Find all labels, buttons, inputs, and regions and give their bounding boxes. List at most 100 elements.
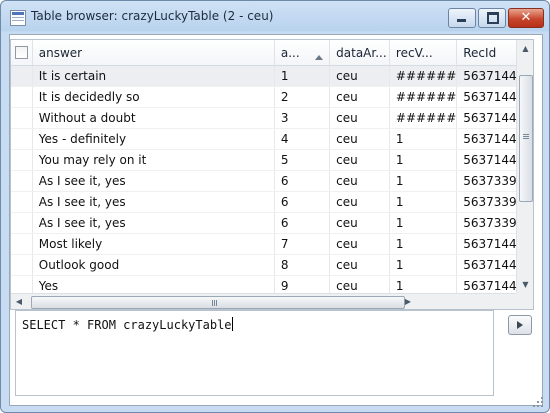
text-caret [231, 317, 233, 331]
scroll-left-arrow-icon[interactable]: ◀ [11, 294, 27, 309]
maximize-icon [487, 12, 499, 24]
scrollbar-corner [516, 293, 533, 309]
column-header-label: dataAr... [336, 45, 387, 60]
cell-answer[interactable]: Yes - definitely [32, 128, 275, 150]
row-selector[interactable] [11, 86, 33, 108]
cell-dataareaid[interactable]: ceu [329, 233, 390, 255]
column-header-a[interactable]: a... [274, 40, 331, 66]
cell-dataareaid[interactable]: ceu [329, 170, 390, 192]
sql-query-editor[interactable]: SELECT * FROM crazyLuckyTable [15, 310, 494, 396]
cell-recversion[interactable]: ###### [389, 86, 458, 108]
cell-dataareaid[interactable]: ceu [329, 107, 390, 129]
cell-dataareaid[interactable]: ceu [329, 212, 390, 234]
cell-dataareaid[interactable]: ceu [329, 149, 390, 171]
window-title: Table browser: crazyLuckyTable (2 - ceu) [31, 9, 274, 23]
table-app-icon [10, 10, 26, 26]
scroll-right-arrow-icon[interactable]: ▶ [400, 294, 416, 309]
scroll-up-arrow-icon[interactable]: ▲ [517, 40, 533, 57]
cell-answer[interactable]: Outlook good [32, 254, 275, 276]
table-row[interactable]: Without a doubt 3 ceu ###### 563714457 [11, 107, 533, 129]
play-icon [517, 321, 523, 329]
run-query-button[interactable] [508, 315, 532, 335]
column-header-answer[interactable]: answer [32, 40, 275, 66]
title-bar[interactable]: Table browser: crazyLuckyTable (2 - ceu)… [1, 1, 549, 33]
sql-query-text: SELECT * FROM crazyLuckyTable [22, 318, 232, 332]
vertical-scrollbar[interactable]: ▲ ▼ [516, 40, 533, 293]
cell-a[interactable]: 6 [274, 191, 331, 213]
table-row[interactable]: Most likely 7 ceu 1 563714458 [11, 233, 533, 255]
table-row[interactable]: Yes - definitely 4 ceu 1 563714458 [11, 128, 533, 150]
cell-recversion[interactable]: 1 [389, 170, 458, 192]
table-row[interactable]: It is decidedly so 2 ceu ###### 56371445… [11, 86, 533, 108]
cell-answer[interactable]: You may rely on it [32, 149, 275, 171]
cell-a[interactable]: 2 [274, 86, 331, 108]
horizontal-scroll-thumb[interactable] [31, 296, 405, 309]
select-all-header[interactable] [11, 40, 33, 66]
cell-dataareaid[interactable]: ceu [329, 254, 390, 276]
cell-answer[interactable]: Most likely [32, 233, 275, 255]
grip-icon [523, 134, 529, 135]
sql-query-line[interactable]: SELECT * FROM crazyLuckyTable [22, 317, 233, 332]
row-selector[interactable] [11, 170, 33, 192]
cell-recversion[interactable]: 1 [389, 233, 458, 255]
sort-ascending-icon [315, 54, 324, 60]
row-selector[interactable] [11, 212, 33, 234]
cell-a[interactable]: 3 [274, 107, 331, 129]
vertical-scroll-thumb[interactable] [519, 75, 533, 202]
cell-recversion[interactable]: 1 [389, 212, 458, 234]
table-row[interactable]: As I see it, yes 6 ceu 1 563733940 [11, 170, 533, 192]
table-row[interactable]: Outlook good 8 ceu 1 563714458 [11, 254, 533, 276]
cell-dataareaid[interactable]: ceu [329, 65, 390, 87]
table-row[interactable]: It is certain 1 ceu ###### 563714457 [11, 65, 533, 87]
cell-dataareaid[interactable]: ceu [329, 128, 390, 150]
cell-dataareaid[interactable]: ceu [329, 86, 390, 108]
cell-recversion[interactable]: ###### [389, 65, 458, 87]
cell-a[interactable]: 7 [274, 233, 331, 255]
cell-answer[interactable]: As I see it, yes [32, 212, 275, 234]
table-row[interactable]: As I see it, yes 6 ceu 1 563733941 [11, 212, 533, 234]
cell-a[interactable]: 5 [274, 149, 331, 171]
cell-a[interactable]: 6 [274, 212, 331, 234]
resize-grip-icon[interactable] [533, 397, 543, 407]
row-selector[interactable] [11, 128, 33, 150]
row-selector[interactable] [11, 191, 33, 213]
cell-answer[interactable]: As I see it, yes [32, 170, 275, 192]
horizontal-scrollbar[interactable]: ◀ ▶ [11, 293, 516, 309]
close-button[interactable]: ✕ [508, 8, 544, 28]
cell-recversion[interactable]: 1 [389, 128, 458, 150]
cell-recversion[interactable]: ###### [389, 107, 458, 129]
row-selector[interactable] [11, 107, 33, 129]
select-all-checkbox[interactable] [14, 46, 28, 59]
column-header-label: a... [280, 45, 300, 60]
table-row[interactable]: As I see it, yes 6 ceu 1 563733940 [11, 191, 533, 213]
cell-dataareaid[interactable]: ceu [329, 191, 390, 213]
cell-answer[interactable]: It is decidedly so [32, 86, 275, 108]
row-selector[interactable] [11, 254, 33, 276]
cell-answer[interactable]: Without a doubt [32, 107, 275, 129]
cell-a[interactable]: 8 [274, 254, 331, 276]
row-selector[interactable] [11, 65, 33, 87]
cell-a[interactable]: 4 [274, 128, 331, 150]
scroll-down-arrow-icon[interactable]: ▼ [517, 276, 533, 293]
column-header-label: recV... [395, 45, 433, 60]
cell-recversion[interactable]: 1 [389, 149, 458, 171]
cell-answer[interactable]: As I see it, yes [32, 191, 275, 213]
cell-answer[interactable]: It is certain [32, 65, 275, 87]
grip-icon [212, 300, 213, 306]
minimize-icon [457, 19, 466, 22]
table-row[interactable]: You may rely on it 5 ceu 1 563714458 [11, 149, 533, 171]
row-selector[interactable] [11, 233, 33, 255]
close-icon: ✕ [520, 10, 532, 25]
cell-a[interactable]: 6 [274, 170, 331, 192]
column-header-label: RecId [463, 45, 497, 60]
column-header-dataareaid[interactable]: dataAr... [329, 40, 390, 66]
row-selector[interactable] [11, 149, 33, 171]
cell-recversion[interactable]: 1 [389, 191, 458, 213]
cell-a[interactable]: 1 [274, 65, 331, 87]
header-row: answer a... dataAr... recV... RecId [11, 40, 533, 66]
cell-recversion[interactable]: 1 [389, 254, 458, 276]
maximize-button[interactable] [478, 8, 506, 28]
column-header-recversion[interactable]: recV... [389, 40, 458, 66]
results-grid[interactable]: answer a... dataAr... recV... RecId It i… [10, 39, 534, 310]
minimize-button[interactable] [448, 8, 476, 28]
